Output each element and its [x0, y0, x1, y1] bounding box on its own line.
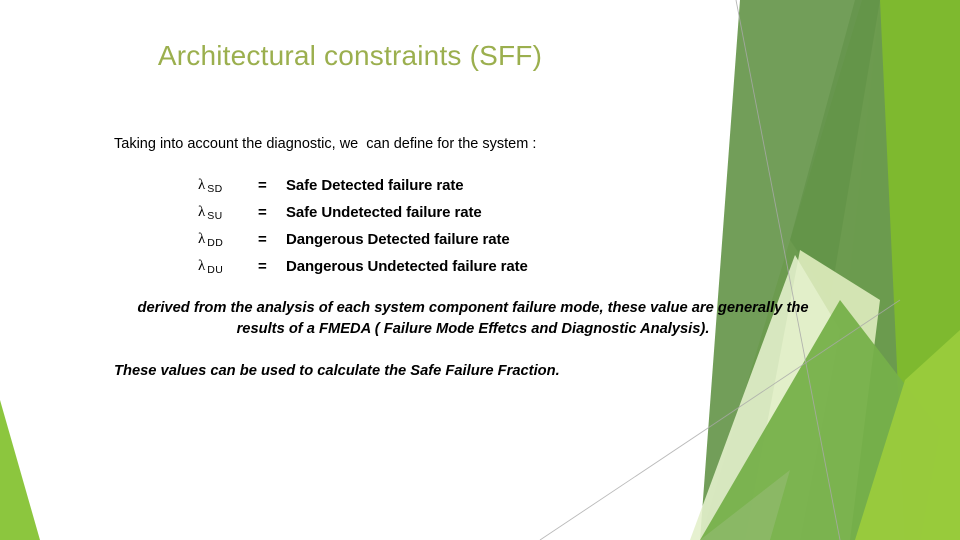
lambda-subscript: SD: [207, 183, 223, 195]
description-cell: Safe Undetected failure rate: [286, 204, 482, 221]
lambda-subscript: DU: [207, 264, 224, 276]
definitions-table: λ SD = Safe Detected failure rate λ SU = S…: [198, 172, 528, 280]
equals-cell: =: [258, 177, 267, 194]
fmeda-note: derived from the analysis of each system…: [128, 298, 818, 341]
symbol-cell: λ DD: [198, 226, 258, 253]
slide-canvas: Architectural constraints (SFF) Taking i…: [0, 0, 960, 540]
lambda-symbol: λ: [198, 177, 206, 193]
decor-shape-yellow-lower-right: [855, 330, 960, 540]
equals-cell: =: [258, 231, 267, 248]
decor-shape-bottom-sliver: [700, 470, 790, 540]
table-row: λ DU = Dangerous Undetected failure rate: [198, 253, 528, 280]
decor-shape-bottom-left-triangle: [0, 400, 40, 540]
decor-shape-olive-large: [700, 0, 905, 540]
table-row: λ SU = Safe Undetected failure rate: [198, 199, 528, 226]
lambda-subscript: SU: [207, 210, 223, 222]
description-cell: Dangerous Undetected failure rate: [286, 258, 528, 275]
lambda-symbol: λ: [198, 204, 206, 220]
description-cell: Dangerous Detected failure rate: [286, 231, 510, 248]
lambda-subscript: DD: [207, 237, 224, 249]
symbol-cell: λ SU: [198, 199, 258, 226]
lambda-symbol: λ: [198, 231, 206, 247]
closing-text: These values can be used to calculate th…: [114, 363, 560, 379]
decor-shape-right-bright: [820, 0, 960, 540]
table-row: λ DD = Dangerous Detected failure rate: [198, 226, 528, 253]
decor-shape-bright-wedge: [700, 0, 960, 540]
intro-text: Taking into account the diagnostic, we c…: [114, 136, 537, 152]
fmeda-note-line2-after: ( Failure Mode Effetcs and Diagnostic An…: [370, 321, 710, 338]
page-title: Architectural constraints (SFF): [157, 39, 543, 71]
decor-shape-pale-fan: [745, 250, 880, 540]
fmeda-acronym: FMEDA: [319, 321, 371, 338]
decor-shape-olive-overlay: [790, 0, 880, 300]
decor-line-steep: [735, 0, 841, 540]
description-cell: Safe Detected failure rate: [286, 177, 464, 194]
equals-cell: =: [258, 204, 267, 221]
lambda-symbol: λ: [198, 258, 206, 274]
equals-cell: =: [258, 258, 267, 275]
symbol-cell: λ DU: [198, 253, 258, 280]
symbol-cell: λ SD: [198, 172, 258, 199]
table-row: λ SD = Safe Detected failure rate: [198, 172, 528, 199]
fmeda-note-line1: derived from the analysis of each system…: [137, 300, 714, 316]
